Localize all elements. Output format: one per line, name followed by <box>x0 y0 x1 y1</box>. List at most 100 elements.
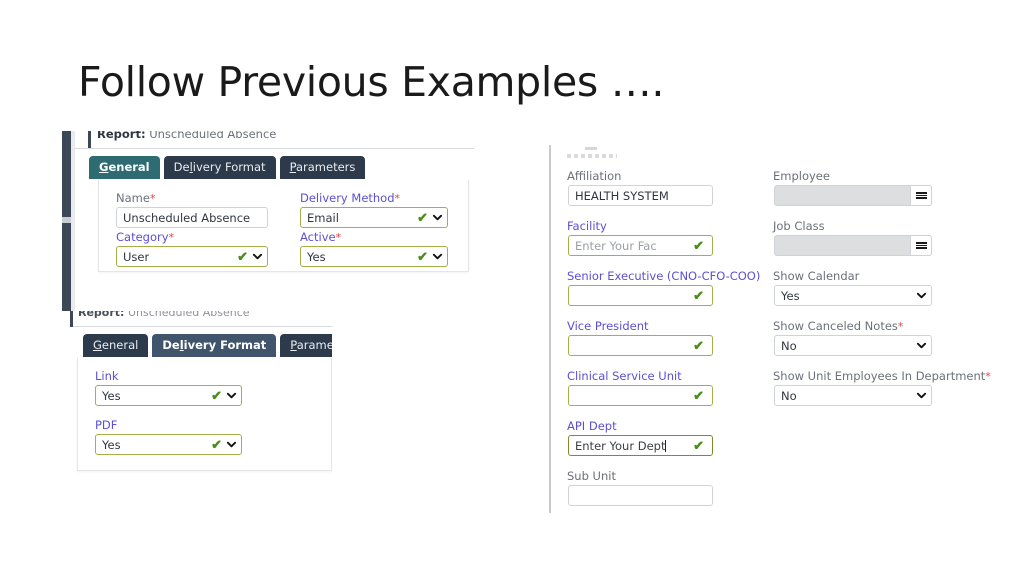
report-header-bar: Report: Unscheduled Absence <box>70 311 332 327</box>
senior-executive-input[interactable]: ✔ <box>568 285 713 306</box>
general-form-card: Name* Unscheduled Absence Delivery Metho… <box>98 180 469 272</box>
screenshot-report-parameters: Affiliation HEALTH SYSTEM Facility Enter… <box>545 145 991 515</box>
show-calendar-select[interactable]: Yes <box>774 285 932 306</box>
report-header-value: Unscheduled Absence <box>127 311 250 319</box>
field-vice-president-label: Vice President <box>567 319 649 333</box>
tab-bar-delivery: General Delivery Format Parameters <box>83 334 332 358</box>
job-class-picker[interactable] <box>774 235 932 256</box>
report-header-text: Report: Unscheduled Absence <box>78 311 250 319</box>
chevron-down-icon[interactable] <box>226 439 237 450</box>
sub-unit-input[interactable] <box>568 485 713 506</box>
show-unit-employees-select[interactable]: No <box>774 385 932 406</box>
report-header-accent <box>70 311 73 327</box>
name-input-value: Unscheduled Absence <box>123 210 251 225</box>
report-header-prefix: Report: <box>97 131 146 141</box>
clipped-text-fragment <box>567 145 619 159</box>
valid-check-icon: ✔ <box>417 210 428 225</box>
valid-check-icon: ✔ <box>693 388 704 403</box>
delivery-method-value: Email <box>307 210 339 225</box>
field-affiliation-label: Affiliation <box>567 169 622 183</box>
field-employee: Employee <box>773 169 983 206</box>
delivery-method-select[interactable]: Email ✔ <box>300 207 448 228</box>
affiliation-input[interactable]: HEALTH SYSTEM <box>568 185 713 206</box>
tab-parameters[interactable]: Parameters <box>280 334 332 358</box>
pdf-select[interactable]: Yes ✔ <box>95 434 242 455</box>
link-value: Yes <box>102 388 121 403</box>
field-show-calendar: Show Calendar Yes <box>773 269 983 306</box>
field-clinical-service-unit: Clinical Service Unit ✔ <box>567 369 767 406</box>
field-category-label: Category* <box>116 230 175 244</box>
report-header-accent <box>88 131 91 148</box>
parameters-right-column: Employee Job Class Show Calendar Yes Sho… <box>773 169 991 419</box>
chevron-down-icon[interactable] <box>432 251 443 262</box>
field-show-unit-employees-label: Show Unit Employees In Department* <box>773 369 991 383</box>
category-value: User <box>123 249 150 264</box>
field-pdf: PDF Yes ✔ <box>95 418 242 455</box>
facility-input[interactable]: Enter Your Fac ✔ <box>568 235 713 256</box>
api-dept-input[interactable]: Enter Your Dept ✔ <box>568 435 713 456</box>
valid-check-icon: ✔ <box>211 437 222 452</box>
field-active-label: Active* <box>300 230 342 244</box>
clinical-service-unit-input[interactable]: ✔ <box>568 385 713 406</box>
tab-delivery-format[interactable]: Delivery Format <box>152 334 277 358</box>
list-picker-icon[interactable] <box>910 235 932 256</box>
tab-general[interactable]: GGeneraleneral <box>89 156 160 180</box>
tab-general[interactable]: General <box>83 334 149 358</box>
active-value: Yes <box>307 249 326 264</box>
field-clinical-service-unit-label: Clinical Service Unit <box>567 369 682 383</box>
name-input[interactable]: Unscheduled Absence <box>116 207 268 228</box>
field-category: Category* User ✔ <box>116 230 268 267</box>
show-canceled-notes-select[interactable]: No <box>774 335 932 356</box>
tab-parameters[interactable]: Parameters <box>279 156 366 180</box>
field-delivery-method: Delivery Method* Email ✔ <box>300 191 448 228</box>
active-select[interactable]: Yes ✔ <box>300 246 448 267</box>
field-pdf-label: PDF <box>95 418 118 432</box>
parameters-left-column: Affiliation HEALTH SYSTEM Facility Enter… <box>567 169 767 519</box>
tab-delivery-format[interactable]: Delivery Format <box>163 156 276 180</box>
chevron-down-icon[interactable] <box>432 212 443 223</box>
show-calendar-value: Yes <box>781 288 800 303</box>
valid-check-icon: ✔ <box>693 238 704 253</box>
field-show-canceled-notes-label: Show Canceled Notes* <box>773 319 904 333</box>
field-sub-unit-label: Sub Unit <box>567 469 616 483</box>
chevron-down-icon[interactable] <box>252 251 263 262</box>
valid-check-icon: ✔ <box>211 388 222 403</box>
field-show-canceled-notes: Show Canceled Notes* No <box>773 319 983 356</box>
facility-placeholder: Enter Your Fac <box>575 238 657 253</box>
text-cursor <box>665 439 667 452</box>
report-header-value: Unscheduled Absence <box>149 131 277 141</box>
field-sub-unit: Sub Unit <box>567 469 767 506</box>
field-active: Active* Yes ✔ <box>300 230 448 267</box>
chevron-down-icon[interactable] <box>226 390 237 401</box>
report-header-text: Report: Unscheduled Absence <box>97 131 276 141</box>
chevron-down-icon[interactable] <box>916 290 927 301</box>
field-show-unit-employees: Show Unit Employees In Department* No <box>773 369 991 406</box>
link-select[interactable]: Yes ✔ <box>95 385 242 406</box>
field-api-dept-label: API Dept <box>567 419 617 433</box>
field-api-dept: API Dept Enter Your Dept ✔ <box>567 419 767 456</box>
field-show-calendar-label: Show Calendar <box>773 269 860 283</box>
field-job-class-label: Job Class <box>773 219 825 233</box>
app-left-rail-handle[interactable] <box>62 217 71 223</box>
panel-divider <box>549 145 551 513</box>
screenshot-report-general: Report: Unscheduled Absence GGeneralener… <box>62 131 474 311</box>
valid-check-icon: ✔ <box>693 438 704 453</box>
pdf-value: Yes <box>102 437 121 452</box>
field-senior-executive-label: Senior Executive (CNO-CFO-COO) <box>567 269 761 283</box>
field-facility-label: Facility <box>567 219 607 233</box>
valid-check-icon: ✔ <box>237 249 248 264</box>
affiliation-value: HEALTH SYSTEM <box>575 188 669 203</box>
field-name: Name* Unscheduled Absence <box>116 191 268 228</box>
field-link-label: Link <box>95 369 119 383</box>
report-header-bar: Report: Unscheduled Absence <box>75 131 474 149</box>
field-job-class: Job Class <box>773 219 983 256</box>
category-select[interactable]: User ✔ <box>116 246 268 267</box>
field-delivery-method-label: Delivery Method* <box>300 191 401 205</box>
list-picker-icon[interactable] <box>910 185 932 206</box>
chevron-down-icon[interactable] <box>916 340 927 351</box>
chevron-down-icon[interactable] <box>916 390 927 401</box>
vice-president-input[interactable]: ✔ <box>568 335 713 356</box>
valid-check-icon: ✔ <box>417 249 428 264</box>
employee-picker[interactable] <box>774 185 932 206</box>
tab-bar-general: GGeneraleneral Delivery Format Parameter… <box>89 156 366 180</box>
